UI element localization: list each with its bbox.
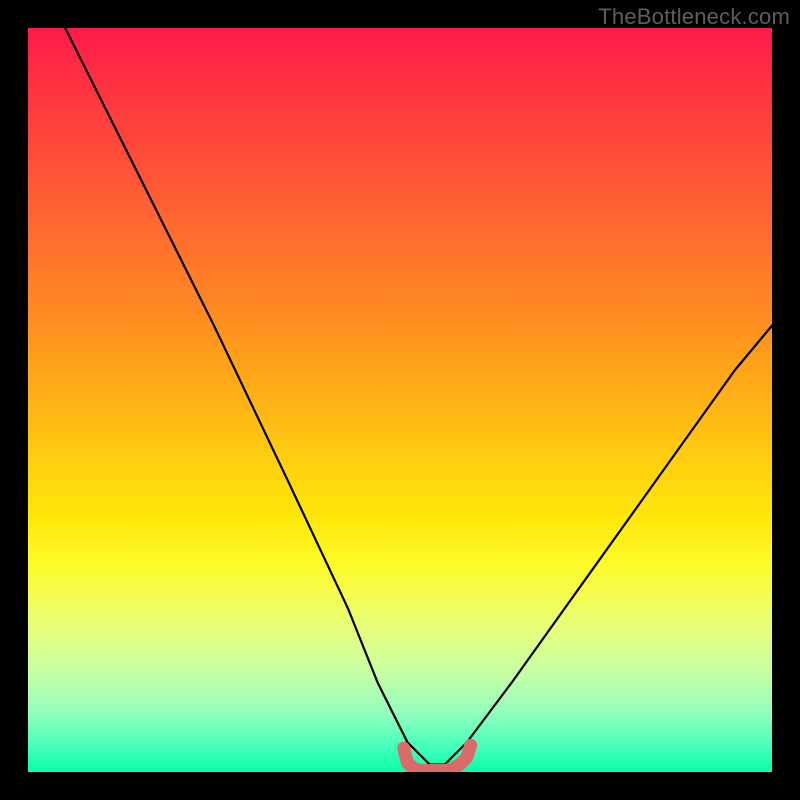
chart-svg (28, 28, 772, 772)
watermark-text: TheBottleneck.com (598, 4, 790, 30)
plot-area (28, 28, 772, 772)
main-curve (65, 28, 772, 765)
chart-frame: TheBottleneck.com (0, 0, 800, 800)
